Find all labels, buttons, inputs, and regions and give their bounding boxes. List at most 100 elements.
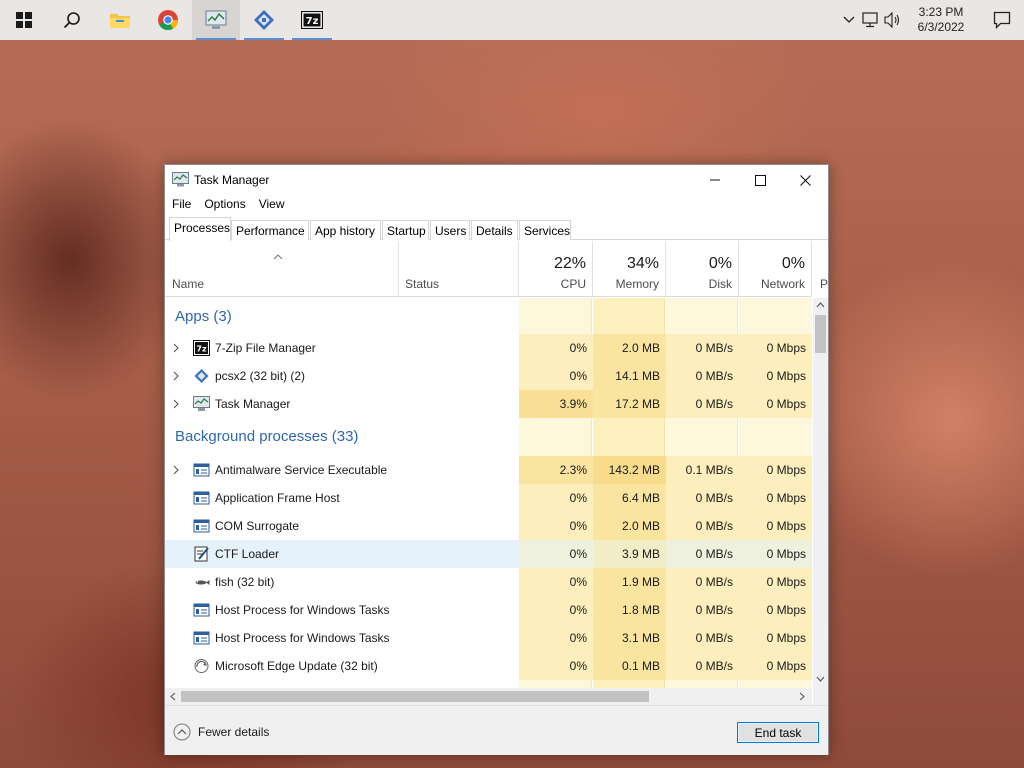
table-row-selected[interactable]: CTF Loader 0% 3.9 MB 0 MB/s 0 Mbps <box>165 540 812 568</box>
column-power[interactable]: P <box>812 241 828 296</box>
scroll-left-arrow-icon[interactable] <box>170 692 176 701</box>
tab-strip: Processes Performance App history Startu… <box>165 217 828 241</box>
disk-value: 0 MB/s <box>695 341 733 355</box>
network-cell: 0 Mbps <box>739 540 812 568</box>
tab-services[interactable]: Services <box>519 220 571 240</box>
chrome-button[interactable] <box>144 0 192 40</box>
process-name: Microsoft Edge Update (32 bit) <box>215 659 378 673</box>
vertical-scroll-thumb[interactable] <box>815 315 826 353</box>
svg-text:7z: 7z <box>196 345 207 354</box>
vertical-scrollbar[interactable] <box>813 298 828 688</box>
column-memory[interactable]: 34% Memory <box>593 241 666 296</box>
table-row[interactable]: 7z 7-Zip File Manager 0% 2.0 MB 0 MB/s 0… <box>165 334 812 362</box>
menu-file[interactable]: File <box>165 195 197 215</box>
search-button[interactable] <box>48 0 96 40</box>
column-power-label: P <box>820 277 829 291</box>
task-manager-window: Task Manager File Options View Processes… <box>164 164 829 755</box>
7zip-taskbar-button[interactable]: 7z <box>288 0 336 40</box>
disk-cell: 0.1 MB/s <box>666 456 739 484</box>
disk-value: 0 MB/s <box>695 603 733 617</box>
fewer-details-link[interactable]: Fewer details <box>173 723 269 741</box>
table-row[interactable]: COM Surrogate 0% 2.0 MB 0 MB/s 0 Mbps <box>165 512 812 540</box>
file-explorer-button[interactable] <box>96 0 144 40</box>
group-header-background-processes[interactable]: Background processes (33) <box>165 418 812 454</box>
cpu-value: 0% <box>569 603 587 617</box>
memory-cell: 0.1 MB <box>593 652 666 680</box>
tab-performance[interactable]: Performance <box>231 220 309 240</box>
tab-startup[interactable]: Startup <box>382 220 429 240</box>
expand-chevron-icon[interactable] <box>173 465 179 475</box>
network-cell: 0 Mbps <box>739 362 812 390</box>
ctf-loader-icon <box>194 546 209 562</box>
name-cell: 7z 7-Zip File Manager <box>165 334 519 362</box>
taskbar-clock[interactable]: 3:23 PM 6/3/2022 <box>910 5 972 35</box>
end-task-button[interactable]: End task <box>737 722 819 743</box>
network-value: 0 Mbps <box>766 575 806 589</box>
table-row[interactable]: Antimalware Service Executable 2.3% 143.… <box>165 456 812 484</box>
volume-icon[interactable] <box>882 0 904 40</box>
minimize-button[interactable] <box>692 165 738 195</box>
memory-cell: 17.2 MB <box>593 390 666 418</box>
cpu-value: 0% <box>569 491 587 505</box>
process-name: CTF Loader <box>215 547 280 561</box>
horizontal-scroll-thumb[interactable] <box>181 691 649 702</box>
scrollbar-corner <box>813 688 828 705</box>
tab-details[interactable]: Details <box>471 220 518 240</box>
disk-cell: 0 MB/s <box>666 334 739 362</box>
column-name-label: Name <box>172 277 205 291</box>
column-cpu-label: CPU <box>560 277 586 291</box>
memory-cell: 14.1 MB <box>593 362 666 390</box>
process-name: Host Process for Windows Tasks <box>215 631 390 645</box>
task-manager-taskbar-button[interactable] <box>192 0 240 40</box>
column-network-label: Network <box>760 277 805 291</box>
disk-cell: 0 MB/s <box>666 596 739 624</box>
table-row[interactable]: Microsoft Edge Update (32 bit) 0% 0.1 MB… <box>165 652 812 680</box>
title-bar[interactable]: Task Manager <box>165 165 828 195</box>
table-row[interactable]: Task Manager 3.9% 17.2 MB 0 MB/s 0 Mbps <box>165 390 812 418</box>
action-center-button[interactable] <box>980 0 1024 40</box>
maximize-button[interactable] <box>737 165 783 195</box>
network-cell: 0 Mbps <box>739 596 812 624</box>
column-disk-label: Disk <box>708 277 732 291</box>
7zip-icon: 7z <box>193 340 210 356</box>
table-row[interactable]: Application Frame Host 0% 6.4 MB 0 MB/s … <box>165 484 812 512</box>
network-value: 0 Mbps <box>766 519 806 533</box>
cpu-cell: 0% <box>519 540 593 568</box>
name-cell: pcsx2 (32 bit) (2) <box>165 362 519 390</box>
memory-cell: 143.2 MB <box>593 456 666 484</box>
service-window-icon <box>193 491 210 505</box>
tab-processes[interactable]: Processes <box>169 217 231 241</box>
column-disk[interactable]: 0% Disk <box>666 241 739 296</box>
scroll-down-arrow-icon[interactable] <box>816 676 825 682</box>
table-row[interactable]: Host Process for Windows Tasks 0% 1.8 MB… <box>165 596 812 624</box>
table-row[interactable]: fish (32 bit) 0% 1.9 MB 0 MB/s 0 Mbps <box>165 568 812 596</box>
scroll-right-arrow-icon[interactable] <box>799 692 805 701</box>
menu-options[interactable]: Options <box>197 195 251 215</box>
expand-chevron-icon[interactable] <box>173 371 179 381</box>
start-button[interactable] <box>0 0 48 40</box>
show-hidden-icons-chevron-icon[interactable] <box>838 0 860 40</box>
name-cell: Application Frame Host <box>165 484 519 512</box>
expand-chevron-icon[interactable] <box>173 343 179 353</box>
expand-chevron-icon[interactable] <box>173 399 179 409</box>
chrome-icon <box>158 10 179 31</box>
column-network[interactable]: 0% Network <box>739 241 812 296</box>
column-cpu[interactable]: 22% CPU <box>519 241 593 296</box>
table-row[interactable]: Host Process for Windows Tasks 0% 3.1 MB… <box>165 624 812 652</box>
tab-users[interactable]: Users <box>430 220 470 240</box>
column-status[interactable]: Status <box>399 241 519 296</box>
horizontal-scrollbar[interactable] <box>165 688 812 705</box>
tab-app-history[interactable]: App history <box>310 220 381 240</box>
service-window-icon <box>193 463 210 477</box>
process-name: Host Process for Windows Tasks <box>215 603 390 617</box>
column-name[interactable]: Name <box>165 241 399 296</box>
network-icon[interactable] <box>860 0 882 40</box>
close-button[interactable] <box>782 165 828 195</box>
memory-value: 14.1 MB <box>615 369 660 383</box>
group-header-apps[interactable]: Apps (3) <box>165 298 812 334</box>
scroll-up-arrow-icon[interactable] <box>816 302 825 308</box>
pcsx2-taskbar-button[interactable] <box>240 0 288 40</box>
network-cell: 0 Mbps <box>739 512 812 540</box>
table-row[interactable]: pcsx2 (32 bit) (2) 0% 14.1 MB 0 MB/s 0 M… <box>165 362 812 390</box>
menu-view[interactable]: View <box>252 195 291 215</box>
